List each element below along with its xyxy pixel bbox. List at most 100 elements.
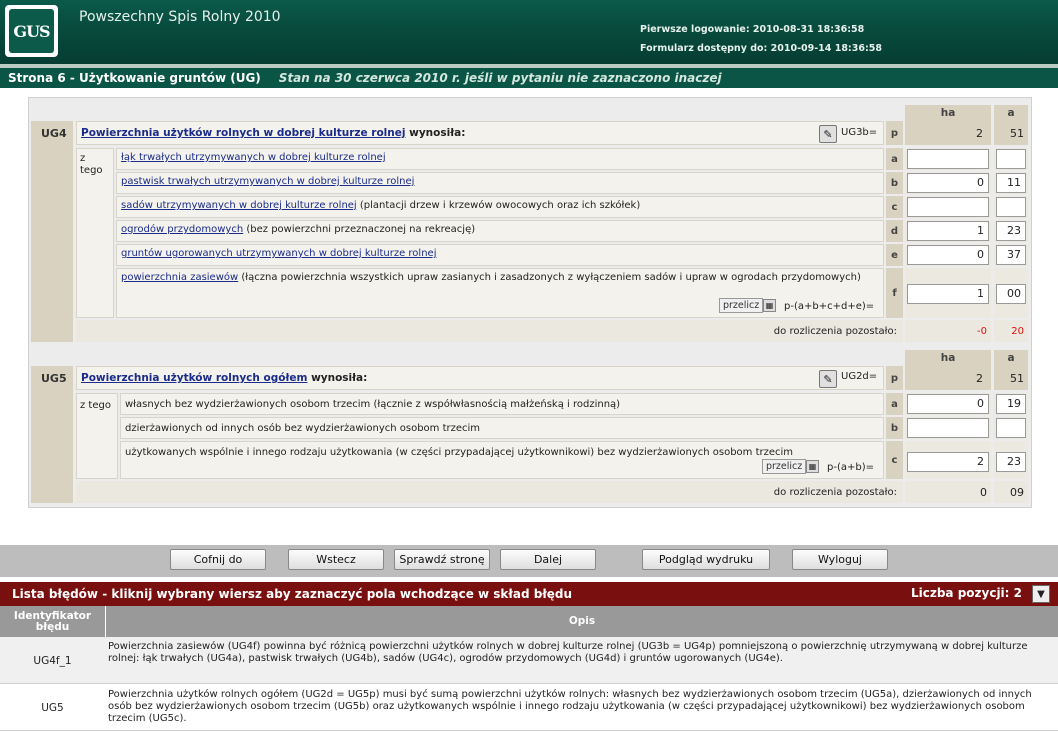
ug4-row-a-link[interactable]: łąk trwałych utrzymywanych w dobrej kult… <box>121 152 386 163</box>
edit-pencil-icon[interactable]: ✎ <box>819 125 837 143</box>
ug5-a-a-input[interactable]: 19 <box>996 394 1026 414</box>
col-header-a: a <box>994 105 1028 121</box>
ug4-z-tego: z tego <box>76 148 114 318</box>
ug5-a-ha-input[interactable]: 0 <box>907 394 989 414</box>
ug4-row-e-link[interactable]: gruntów ugorowanych utrzymywanych w dobr… <box>121 248 436 259</box>
ug5-row-b-text: dzierżawionych od innych osób bez wydzie… <box>120 417 884 439</box>
ug5-formula: p-(a+b)= <box>827 462 874 473</box>
error-row[interactable]: UG4f_1 Powierzchnia zasiewów (UG4f) powi… <box>0 637 1058 684</box>
ug4-f-ha-input[interactable]: 1 <box>907 284 989 304</box>
prev-button[interactable]: Wstecz <box>288 549 384 570</box>
next-button[interactable]: Dalej <box>500 549 596 570</box>
ug4-e-ha-input[interactable]: 0 <box>907 245 989 265</box>
chevron-down-icon[interactable]: ▼ <box>1032 585 1050 603</box>
form-panel: ha a UG4 Powierzchnia użytków rolnych w … <box>28 97 1032 508</box>
ug4-c-a-input[interactable] <box>996 197 1026 217</box>
ug4-letter-c: c <box>886 196 903 218</box>
ug4-row-c-text: sadów utrzymywanych w dobrej kulturze ro… <box>116 196 884 218</box>
ug4-row-b-link[interactable]: pastwisk trwałych utrzymywanych w dobrej… <box>121 176 414 187</box>
error-count: Liczba pozycji: 2 <box>910 586 1022 600</box>
ug5-remaining-a: 09 <box>994 481 1028 503</box>
ug4-letter-a: a <box>886 148 903 170</box>
ug4-row-f-rest: (łączna powierzchnia wszystkich upraw za… <box>238 272 861 283</box>
ug4-row-d-text: ogrodów przydomowych (bez powierzchni pr… <box>116 220 884 242</box>
ug4-przelicz-button[interactable]: przelicz <box>719 298 764 313</box>
form-available: Formularz dostępny do: 2010-09-14 18:36:… <box>640 43 882 54</box>
page-title: Strona 6 - Użytkowanie gruntów (UG) <box>8 71 261 85</box>
ug5-letter-a: a <box>886 393 903 415</box>
ug4-row-a-text: łąk trwałych utrzymywanych w dobrej kult… <box>116 148 884 170</box>
ug5-question-link[interactable]: Powierzchnia użytków rolnych ogółem <box>81 372 307 384</box>
col-header-ha-ug5: ha <box>905 350 991 366</box>
ug4-ref: UG3b= <box>841 127 878 138</box>
page-title-bar: Strona 6 - Użytkowanie gruntów (UG) Stan… <box>0 68 1058 88</box>
calculator-icon-ug5[interactable]: ▦ <box>806 460 819 473</box>
ug4-f-a-input[interactable]: 00 <box>996 284 1026 304</box>
ug5-p-a: 51 <box>994 366 1028 390</box>
ug5-letter-c: c <box>886 441 903 479</box>
error-list-header: Lista błędów - kliknij wybrany wiersz ab… <box>0 582 1058 606</box>
ug4-row-d-link[interactable]: ogrodów przydomowych <box>121 224 243 235</box>
ug4-a-a-input[interactable] <box>996 149 1026 169</box>
ug5-letter-b: b <box>886 417 903 439</box>
ug5-ref: UG2d= <box>841 371 878 382</box>
logout-button[interactable]: Wyloguj <box>792 549 888 570</box>
calculator-icon[interactable]: ▦ <box>763 299 776 312</box>
gus-logo: GUS <box>5 5 58 57</box>
section-label-ug4: UG4 <box>31 121 73 342</box>
ug4-e-a-input[interactable]: 37 <box>996 245 1026 265</box>
back-to-button[interactable]: Cofnij do <box>170 549 266 570</box>
ug4-b-a-input[interactable]: 11 <box>996 173 1026 193</box>
page-subtitle: Stan na 30 czerwca 2010 r. jeśli w pytan… <box>278 71 722 85</box>
error-id: UG5 <box>41 702 64 714</box>
ug5-c-ha-input[interactable]: 2 <box>907 452 989 472</box>
ug4-b-ha-input[interactable]: 0 <box>907 173 989 193</box>
ug4-formula: p-(a+b+c+d+e)= <box>784 301 875 312</box>
app-title: Powszechny Spis Rolny 2010 <box>79 9 281 25</box>
ug4-remaining-label: do rozliczenia pozostało: <box>76 320 903 342</box>
ug5-p-ha: 2 <box>905 366 991 390</box>
ug4-row-f-link[interactable]: powierzchnia zasiewów <box>121 272 238 283</box>
app-header: GUS Powszechny Spis Rolny 2010 Pierwsze … <box>0 0 1058 64</box>
ug4-letter-b: b <box>886 172 903 194</box>
ug4-d-ha-input[interactable]: 1 <box>907 221 989 241</box>
col-error-desc: Opis <box>106 606 1058 637</box>
ug5-question-rest: wynosiła: <box>307 372 368 384</box>
ug4-row-c-link[interactable]: sadów utrzymywanych w dobrej kulturze ro… <box>121 200 357 211</box>
ug4-question: Powierzchnia użytków rolnych w dobrej ku… <box>76 121 884 145</box>
ug5-row-a-text: własnych bez wydzierżawionych osobom trz… <box>120 393 884 415</box>
gus-logo-text: GUS <box>9 9 54 53</box>
ug4-p-ha: 2 <box>905 121 991 145</box>
error-id: UG4f_1 <box>33 654 72 667</box>
ug4-c-ha-input[interactable] <box>907 197 989 217</box>
edit-pencil-icon-ug5[interactable]: ✎ <box>819 370 837 388</box>
ug5-z-tego: z tego <box>76 393 118 479</box>
ug4-a-ha-input[interactable] <box>907 149 989 169</box>
check-page-button[interactable]: Sprawdź stronę <box>394 549 490 570</box>
ug4-letter-d: d <box>886 220 903 242</box>
ug4-d-a-input[interactable]: 23 <box>996 221 1026 241</box>
ug5-c-a-input[interactable]: 23 <box>996 452 1026 472</box>
ug5-remaining-label: do rozliczenia pozostało: <box>76 481 903 503</box>
col-header-ha: ha <box>905 105 991 121</box>
ug4-question-link[interactable]: Powierzchnia użytków rolnych w dobrej ku… <box>81 127 405 139</box>
error-row[interactable]: UG5 Powierzchnia użytków rolnych ogółem … <box>0 685 1058 731</box>
ug5-letter-p: p <box>886 366 903 390</box>
print-preview-button[interactable]: Podgląd wydruku <box>642 549 770 570</box>
ug5-b-a-input[interactable] <box>996 418 1026 438</box>
error-desc: Powierzchnia użytków rolnych ogółem (UG2… <box>108 689 1032 724</box>
error-list-title: Lista błędów - kliknij wybrany wiersz ab… <box>12 587 573 601</box>
login-info: Pierwsze logowanie: 2010-08-31 18:36:58 … <box>640 20 882 58</box>
ug5-b-ha-input[interactable] <box>907 418 989 438</box>
col-header-a-ug5: a <box>994 350 1028 366</box>
ug4-letter-f: f <box>886 268 903 318</box>
ug4-letter-e: e <box>886 244 903 266</box>
ug4-row-c-rest: (plantacji drzew i krzewów owocowych ora… <box>356 200 641 211</box>
ug5-remaining-ha: 0 <box>905 481 991 503</box>
ug4-row-d-rest: (bez powierzchni przeznaczonej na rekrea… <box>243 224 476 235</box>
ug5-przelicz-button[interactable]: przelicz <box>762 459 807 474</box>
ug4-remaining-ha: -0 <box>905 320 991 342</box>
error-desc: Powierzchnia zasiewów (UG4f) powinna być… <box>108 641 1028 664</box>
ug5-question: Powierzchnia użytków rolnych ogółem wyno… <box>76 366 884 390</box>
ug4-remaining-a: 20 <box>994 320 1028 342</box>
